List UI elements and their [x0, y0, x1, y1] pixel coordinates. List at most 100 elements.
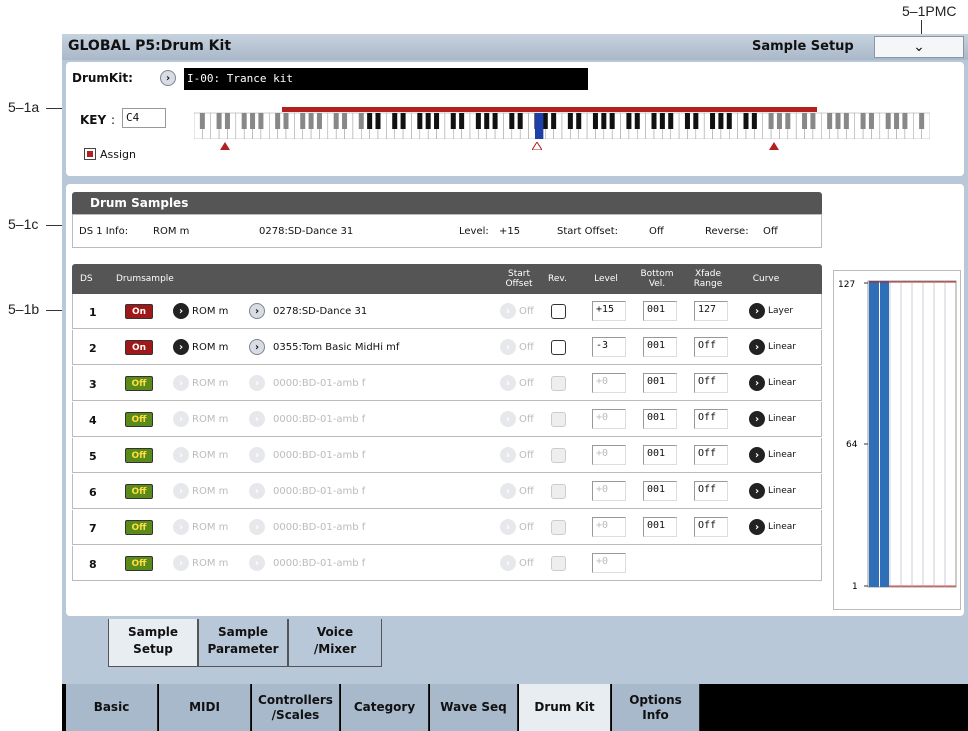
curve-select[interactable]: › Linear — [749, 375, 796, 391]
start-offset-select[interactable]: › Off — [500, 447, 534, 463]
tab-options-info[interactable]: Options Info — [612, 684, 700, 731]
level-field[interactable]: +0 — [592, 481, 626, 501]
reverse-checkbox[interactable] — [551, 412, 566, 427]
bank-select[interactable]: › ROM m — [173, 303, 228, 319]
reverse-checkbox[interactable] — [551, 556, 566, 571]
key-field[interactable]: C4 — [122, 108, 166, 128]
ds-switch[interactable]: Off — [125, 556, 153, 571]
sample-select[interactable]: › 0000:BD-01-amb f — [249, 519, 365, 535]
bottom-vel-field[interactable]: 001 — [643, 409, 677, 429]
page-menu-button[interactable]: ⌄ — [874, 36, 964, 58]
col-xfade: Xfade Range — [693, 269, 723, 289]
tab-category[interactable]: Category — [341, 684, 429, 731]
curve-select[interactable]: › Linear — [749, 483, 796, 499]
sample-select[interactable]: › 0000:BD-01-amb f — [249, 447, 365, 463]
bottom-vel-field[interactable]: 001 — [643, 337, 677, 357]
bottom-vel-field[interactable]: 001 — [643, 373, 677, 393]
xfade-range-field[interactable]: Off — [694, 337, 728, 357]
key-separator: : — [111, 113, 116, 127]
tab-voice-mixer[interactable]: Voice /Mixer — [288, 619, 382, 667]
reverse-checkbox[interactable] — [551, 304, 566, 319]
start-offset-select[interactable]: › Off — [500, 303, 534, 319]
curve-select[interactable]: › Linear — [749, 447, 796, 463]
bottom-vel-field[interactable]: 001 — [643, 301, 677, 321]
curve-select[interactable]: › Linear — [749, 411, 796, 427]
curve-value: Linear — [768, 342, 796, 352]
ds-info-rev: Off — [763, 225, 778, 237]
start-offset-select[interactable]: › Off — [500, 483, 534, 499]
curve-select[interactable]: › Layer — [749, 303, 793, 319]
arrow-right-icon: › — [749, 303, 765, 319]
start-offset-select[interactable]: › Off — [500, 411, 534, 427]
tab-midi[interactable]: MIDI — [159, 684, 251, 731]
bottom-vel-field[interactable]: 001 — [643, 481, 677, 501]
sample-select[interactable]: › 0000:BD-01-amb f — [249, 411, 365, 427]
level-field[interactable]: -3 — [592, 337, 626, 357]
xfade-range-field[interactable]: Off — [694, 445, 728, 465]
ds-switch[interactable]: On — [125, 304, 153, 319]
bottom-vel-field[interactable]: 001 — [643, 517, 677, 537]
assign-checkbox[interactable] — [84, 148, 96, 160]
start-offset-value: Off — [519, 485, 534, 497]
tab-wave-seq[interactable]: Wave Seq — [430, 684, 518, 731]
sample-select[interactable]: › 0278:SD-Dance 31 — [249, 303, 367, 319]
arrow-right-icon: › — [500, 447, 516, 463]
ds-switch[interactable]: Off — [125, 520, 153, 535]
ds-info-level-label: Level: — [459, 225, 489, 237]
xfade-range-field[interactable]: 127 — [694, 301, 728, 321]
level-field[interactable]: +15 — [592, 301, 626, 321]
tab-basic[interactable]: Basic — [66, 684, 158, 731]
ds-switch[interactable]: Off — [125, 484, 153, 499]
bank-select[interactable]: › ROM m — [173, 483, 228, 499]
start-offset-select[interactable]: › Off — [500, 519, 534, 535]
start-offset-select[interactable]: › Off — [500, 375, 534, 391]
xfade-range-field[interactable]: Off — [694, 481, 728, 501]
table-row: 4 Off › ROM m › 0000:BD-01-amb f › Off +0 001 Off ›… — [72, 402, 822, 437]
start-offset-select[interactable]: › Off — [500, 339, 534, 355]
sample-select[interactable]: › 0355:Tom Basic MidHi mf — [249, 339, 399, 355]
ds-switch[interactable]: Off — [125, 412, 153, 427]
drumkit-select-icon[interactable]: › — [160, 70, 176, 86]
start-offset-select[interactable]: › Off — [500, 555, 534, 571]
level-field[interactable]: +0 — [592, 517, 626, 537]
sample-select[interactable]: › 0000:BD-01-amb f — [249, 375, 365, 391]
level-field[interactable]: +0 — [592, 409, 626, 429]
reverse-checkbox[interactable] — [551, 520, 566, 535]
drumkit-name-field[interactable]: I-00: Trance kit — [184, 68, 588, 90]
bank-select[interactable]: › ROM m — [173, 447, 228, 463]
reverse-checkbox[interactable] — [551, 448, 566, 463]
vel-tick-1: 1 — [852, 582, 858, 592]
sample-select[interactable]: › 0000:BD-01-amb f — [249, 483, 365, 499]
tab-drum-kit[interactable]: Drum Kit — [519, 684, 611, 731]
curve-select[interactable]: › Linear — [749, 519, 796, 535]
reverse-checkbox[interactable] — [551, 484, 566, 499]
tab-controllers-scales[interactable]: Controllers /Scales — [252, 684, 340, 731]
level-field[interactable]: +0 — [592, 373, 626, 393]
bank-select[interactable]: › ROM m — [173, 375, 228, 391]
curve-select[interactable]: › Linear — [749, 339, 796, 355]
keyboard-graphic[interactable] — [194, 107, 930, 139]
reverse-checkbox[interactable] — [551, 340, 566, 355]
tab-sample-setup[interactable]: Sample Setup — [108, 619, 198, 667]
ds-switch[interactable]: Off — [125, 376, 153, 391]
ds-switch[interactable]: Off — [125, 448, 153, 463]
table-row: 6 Off › ROM m › 0000:BD-01-amb f › Off +0 001 Off ›… — [72, 474, 822, 509]
level-field[interactable]: +0 — [592, 445, 626, 465]
ds-switch[interactable]: On — [125, 340, 153, 355]
bank-select[interactable]: › ROM m — [173, 339, 228, 355]
sample-select[interactable]: › 0000:BD-01-amb f — [249, 555, 365, 571]
bank-select[interactable]: › ROM m — [173, 411, 228, 427]
bank-select[interactable]: › ROM m — [173, 555, 228, 571]
sample-label: 0000:BD-01-amb f — [273, 377, 366, 389]
bottom-vel-field[interactable]: 001 — [643, 445, 677, 465]
level-field[interactable]: +0 — [592, 553, 626, 573]
curve-value: Linear — [768, 486, 796, 496]
tab-sample-parameter[interactable]: Sample Parameter — [198, 619, 288, 667]
xfade-range-field[interactable]: Off — [694, 373, 728, 393]
reverse-checkbox[interactable] — [551, 376, 566, 391]
arrow-right-icon: › — [500, 519, 516, 535]
xfade-range-field[interactable]: Off — [694, 517, 728, 537]
xfade-range-field[interactable]: Off — [694, 409, 728, 429]
page-name: Sample Setup — [752, 39, 854, 54]
bank-select[interactable]: › ROM m — [173, 519, 228, 535]
